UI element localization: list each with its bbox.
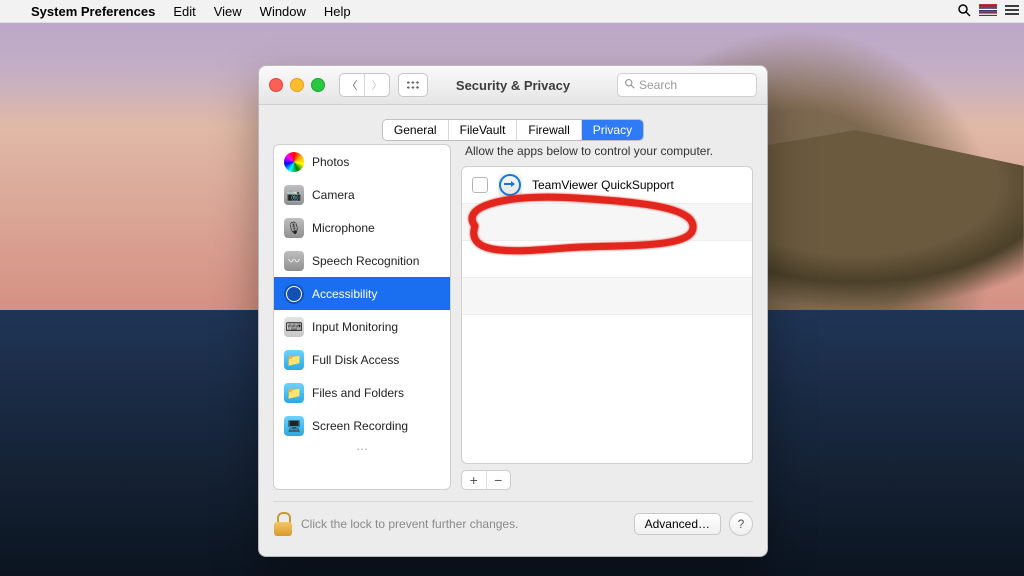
keyboard-icon: ⌨: [284, 317, 304, 337]
menu-window[interactable]: Window: [251, 4, 315, 19]
app-row-empty: [462, 204, 752, 241]
sidebar-item-label: Input Monitoring: [312, 320, 398, 334]
display-icon: 🖥: [284, 416, 304, 436]
remove-button[interactable]: −: [486, 471, 511, 489]
control-center-icon[interactable]: [1000, 4, 1024, 19]
camera-icon: 📷: [284, 185, 304, 205]
sidebar-item-accessibility[interactable]: Accessibility: [274, 277, 450, 310]
sidebar-item-files-folders[interactable]: 📁 Files and Folders: [274, 376, 450, 409]
sidebar-item-screen-recording[interactable]: 🖥 Screen Recording: [274, 409, 450, 442]
close-button[interactable]: [269, 78, 283, 92]
tab-filevault[interactable]: FileVault: [448, 120, 517, 140]
menu-view[interactable]: View: [205, 4, 251, 19]
sidebar-item-label: Microphone: [312, 221, 375, 235]
menu-edit[interactable]: Edit: [164, 4, 204, 19]
teamviewer-icon: [498, 173, 522, 197]
back-button[interactable]: 〈: [340, 74, 364, 96]
window-footer: Click the lock to prevent further change…: [273, 501, 753, 546]
help-button[interactable]: ?: [729, 512, 753, 536]
sidebar-item-label: Files and Folders: [312, 386, 404, 400]
sidebar-item-microphone[interactable]: 🎙 Microphone: [274, 211, 450, 244]
sidebar-item-label: Camera: [312, 188, 355, 202]
add-button[interactable]: +: [462, 471, 486, 489]
sidebar-item-speech[interactable]: 〰 Speech Recognition: [274, 244, 450, 277]
sidebar-item-label: Speech Recognition: [312, 254, 419, 268]
add-remove-control: + −: [461, 470, 511, 490]
app-name-label: TeamViewer QuickSupport: [532, 178, 674, 192]
app-row-teamviewer[interactable]: TeamViewer QuickSupport: [462, 167, 752, 204]
search-icon: [624, 78, 635, 92]
search-placeholder: Search: [639, 78, 677, 92]
app-row-empty: [462, 241, 752, 278]
tab-general[interactable]: General: [383, 120, 448, 140]
tab-bar: General FileVault Firewall Privacy: [259, 119, 767, 141]
search-field[interactable]: Search: [617, 73, 757, 97]
sidebar-item-label: Photos: [312, 155, 349, 169]
forward-button[interactable]: 〉: [364, 74, 389, 96]
photos-icon: [284, 152, 304, 172]
advanced-button[interactable]: Advanced…: [634, 513, 721, 535]
app-row-empty: [462, 278, 752, 315]
sidebar-item-camera[interactable]: 📷 Camera: [274, 178, 450, 211]
tab-firewall[interactable]: Firewall: [516, 120, 580, 140]
folder-icon: 📁: [284, 350, 304, 370]
accessibility-icon: [284, 284, 304, 304]
app-row-empty: [462, 315, 752, 351]
menu-bar: System Preferences Edit View Window Help: [0, 0, 1024, 23]
sidebar-item-label: Screen Recording: [312, 419, 408, 433]
app-checkbox[interactable]: [472, 177, 488, 193]
sidebar-item-photos[interactable]: Photos: [274, 145, 450, 178]
tab-privacy[interactable]: Privacy: [581, 120, 643, 140]
nav-buttons: 〈 〉: [339, 73, 390, 97]
show-all-button[interactable]: [398, 73, 428, 97]
menu-help[interactable]: Help: [315, 4, 360, 19]
folder-icon: 📁: [284, 383, 304, 403]
more-indicator: ⋯: [274, 442, 450, 458]
lock-text: Click the lock to prevent further change…: [301, 517, 518, 531]
sidebar-item-input-monitoring[interactable]: ⌨ Input Monitoring: [274, 310, 450, 343]
zoom-button[interactable]: [311, 78, 325, 92]
spotlight-icon[interactable]: [952, 3, 976, 20]
titlebar: 〈 〉 Security & Privacy Search: [259, 66, 767, 105]
window-controls: [269, 78, 325, 92]
preferences-window: 〈 〉 Security & Privacy Search General Fi…: [258, 65, 768, 557]
speech-icon: 〰: [284, 251, 304, 271]
pane-heading: Allow the apps below to control your com…: [465, 144, 749, 158]
microphone-icon: 🎙: [284, 218, 304, 238]
minimize-button[interactable]: [290, 78, 304, 92]
lock-icon[interactable]: [273, 512, 293, 536]
sidebar-item-label: Accessibility: [312, 287, 377, 301]
input-source-icon[interactable]: [976, 4, 1000, 19]
app-list[interactable]: TeamViewer QuickSupport: [461, 166, 753, 464]
menu-app[interactable]: System Preferences: [22, 4, 164, 19]
sidebar-item-full-disk[interactable]: 📁 Full Disk Access: [274, 343, 450, 376]
sidebar-item-label: Full Disk Access: [312, 353, 399, 367]
privacy-category-list[interactable]: Photos 📷 Camera 🎙 Microphone 〰 Speech Re…: [273, 144, 451, 490]
